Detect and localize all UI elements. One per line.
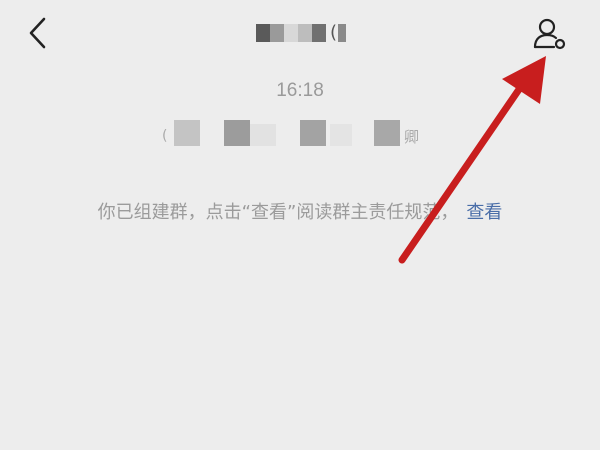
message-timestamp: 16:18 [276, 80, 324, 101]
view-rules-link[interactable]: 查看 [466, 202, 502, 223]
blurred-edge-left: ( [162, 128, 168, 144]
group-created-notice: 你已组建群，点击“查看”阅读群主责任规范， 查看 [0, 198, 600, 224]
pixelated-member-names: ( 卿 [160, 118, 440, 152]
group-info-button[interactable] [530, 14, 570, 54]
chat-title-pixelated: ( [254, 18, 350, 48]
blurred-edge-right: 卿 [404, 128, 420, 146]
title-paren: ( [330, 22, 338, 43]
person-settings-icon [533, 18, 566, 50]
back-button[interactable] [22, 14, 56, 52]
chat-header: ( [0, 0, 600, 68]
system-message-text: 你已组建群，点击“查看”阅读群主责任规范， [97, 202, 459, 223]
chevron-left-icon [29, 17, 46, 49]
